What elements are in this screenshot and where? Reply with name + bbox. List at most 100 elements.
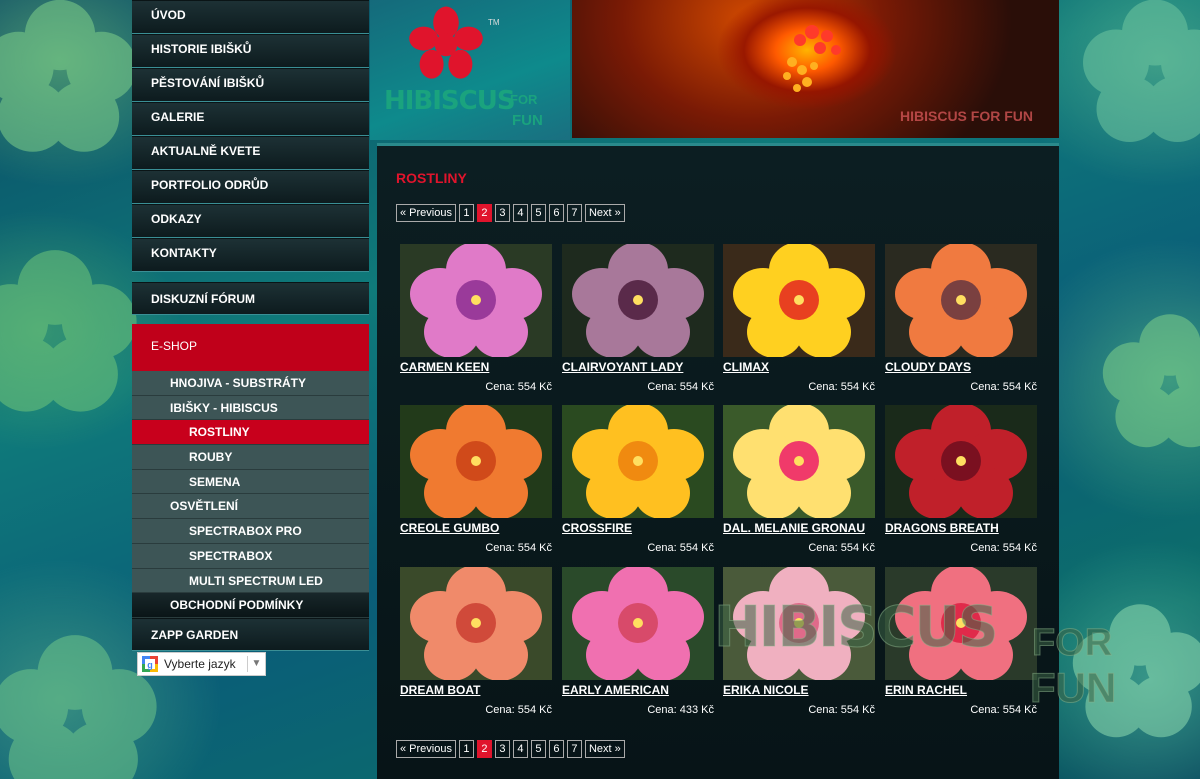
logo-text: HIBISCUS	[384, 86, 516, 116]
page-title: ROSTLINY	[396, 170, 467, 186]
pagination-bottom: « Previous 1 2 3 4 5 6 7 Next »	[396, 740, 625, 758]
nav-item-eshop[interactable]: E-SHOP	[132, 324, 369, 371]
svg-text:g: g	[147, 660, 153, 670]
product-price: Cena: 554 Kč	[485, 704, 552, 716]
sub-item-rostliny[interactable]: ROSTLINY	[132, 420, 369, 446]
product-price: Cena: 554 Kč	[970, 381, 1037, 393]
watermark-for: FOR	[1031, 622, 1113, 665]
banner-stamen-icon	[783, 25, 841, 92]
product-card: CROSSFIRE Cena: 554 Kč	[562, 405, 714, 565]
nav-item-pestovani[interactable]: PĚSTOVÁNÍ IBIŠKŮ	[132, 68, 369, 102]
product-card: DAL. MELANIE GRONAU Cena: 554 Kč	[723, 405, 875, 565]
nav-item-uvod[interactable]: ÚVOD	[132, 0, 369, 34]
site-logo[interactable]: TM HIBISCUS FOR FUN	[370, 0, 570, 140]
product-price: Cena: 554 Kč	[970, 542, 1037, 554]
hibiscus-logo-icon	[409, 6, 483, 79]
sub-item-ibisky[interactable]: IBIŠKY - HIBISCUS	[132, 395, 369, 421]
pagination-page[interactable]: 4	[512, 204, 528, 222]
product-card: CLIMAX Cena: 554 Kč	[723, 244, 875, 404]
product-price: Cena: 433 Kč	[647, 704, 714, 716]
product-name-link[interactable]: CLIMAX	[723, 360, 769, 374]
product-thumbnail[interactable]	[400, 405, 552, 518]
background-flower-icon	[1102, 314, 1200, 448]
logo-fun-text: FUN	[512, 112, 543, 129]
sub-item-osvetleni[interactable]: OSVĚTLENÍ	[132, 494, 369, 520]
product-thumbnail[interactable]	[885, 244, 1037, 357]
pagination-page[interactable]: 4	[512, 740, 528, 758]
product-name-link[interactable]: CLAIRVOYANT LADY	[562, 360, 683, 374]
google-translate-icon: g	[142, 656, 158, 672]
product-price: Cena: 554 Kč	[970, 704, 1037, 716]
product-name-link[interactable]: CROSSFIRE	[562, 521, 632, 535]
product-card: CLOUDY DAYS Cena: 554 Kč	[885, 244, 1037, 404]
pagination-page[interactable]: 5	[530, 204, 546, 222]
background-flower-icon	[0, 0, 137, 152]
product-name-link[interactable]: CREOLE GUMBO	[400, 521, 499, 535]
pagination-next[interactable]: Next »	[584, 740, 625, 758]
background-flower-icon	[0, 635, 157, 779]
sub-item-hnojiva[interactable]: HNOJIVA - SUBSTRÁTY	[132, 371, 369, 396]
pagination-previous[interactable]: « Previous	[396, 204, 456, 222]
header-banner-image: HIBISCUS FOR FUN	[572, 0, 1059, 138]
sub-item-obchodni-podminky[interactable]: OBCHODNÍ PODMÍNKY	[132, 593, 369, 618]
pagination-top: « Previous 1 2 3 4 5 6 7 Next »	[396, 204, 625, 222]
nav-item-portfolio[interactable]: PORTFOLIO ODRŮD	[132, 170, 369, 204]
product-name-link[interactable]: DAL. MELANIE GRONAU	[723, 521, 865, 535]
product-price: Cena: 554 Kč	[808, 542, 875, 554]
product-name-link[interactable]: CLOUDY DAYS	[885, 360, 971, 374]
sub-item-semena[interactable]: SEMENA	[132, 469, 369, 495]
nav-item-galerie[interactable]: GALERIE	[132, 102, 369, 136]
site-header: TM HIBISCUS FOR FUN HIBISCUS FOR FUN	[370, 0, 1059, 140]
nav-item-aktualne-kvete[interactable]: AKTUALNĚ KVETE	[132, 136, 369, 170]
product-thumbnail[interactable]	[562, 405, 714, 518]
product-price: Cena: 554 Kč	[808, 381, 875, 393]
logo-trademark: TM	[488, 18, 500, 27]
product-thumbnail[interactable]	[400, 244, 552, 357]
pagination-page[interactable]: 7	[566, 204, 582, 222]
pagination-page[interactable]: 1	[458, 740, 474, 758]
pagination-page[interactable]: 1	[458, 204, 474, 222]
product-name-link[interactable]: CARMEN KEEN	[400, 360, 489, 374]
chevron-down-icon: ▼	[247, 656, 265, 672]
main-navigation: ÚVOD HISTORIE IBIŠKŮ PĚSTOVÁNÍ IBIŠKŮ GA…	[132, 0, 369, 651]
pagination-page[interactable]: 6	[548, 740, 564, 758]
nav-item-zapp-garden[interactable]: ZAPP GARDEN	[132, 617, 369, 651]
sub-item-spectrabox[interactable]: SPECTRABOX	[132, 543, 369, 569]
pagination-previous[interactable]: « Previous	[396, 740, 456, 758]
nav-item-odkazy[interactable]: ODKAZY	[132, 204, 369, 238]
nav-item-historie[interactable]: HISTORIE IBIŠKŮ	[132, 34, 369, 68]
sub-item-spectrabox-pro[interactable]: SPECTRABOX PRO	[132, 519, 369, 544]
product-thumbnail[interactable]	[562, 244, 714, 357]
banner-watermark: HIBISCUS FOR FUN	[900, 108, 1033, 124]
product-thumbnail[interactable]	[723, 405, 875, 518]
product-name-link[interactable]: DREAM BOAT	[400, 683, 480, 697]
product-price: Cena: 554 Kč	[647, 542, 714, 554]
nav-item-forum[interactable]: DISKUZNÍ FÓRUM	[132, 282, 369, 315]
pagination-page[interactable]: 3	[494, 740, 510, 758]
sub-item-rouby[interactable]: ROUBY	[132, 445, 369, 470]
sub-item-multi-spectrum[interactable]: MULTI SPECTRUM LED	[132, 568, 369, 594]
product-name-link[interactable]: ERIN RACHEL	[885, 683, 967, 697]
pagination-page[interactable]: 5	[530, 740, 546, 758]
product-card: CARMEN KEEN Cena: 554 Kč	[400, 244, 552, 404]
product-thumbnail[interactable]	[885, 405, 1037, 518]
product-thumbnail[interactable]	[562, 567, 714, 680]
product-name-link[interactable]: DRAGONS BREATH	[885, 521, 999, 535]
product-name-link[interactable]: ERIKA NICOLE	[723, 683, 809, 697]
pagination-page-current[interactable]: 2	[476, 204, 492, 222]
product-thumbnail[interactable]	[723, 244, 875, 357]
product-price: Cena: 554 Kč	[485, 381, 552, 393]
pagination-page[interactable]: 3	[494, 204, 510, 222]
main-content: ROSTLINY « Previous 1 2 3 4 5 6 7 Next »…	[377, 143, 1059, 779]
product-thumbnail[interactable]	[400, 567, 552, 680]
nav-item-kontakty[interactable]: KONTAKTY	[132, 238, 369, 272]
pagination-page[interactable]: 7	[566, 740, 582, 758]
watermark-hibiscus: HIBISCUS	[713, 595, 998, 661]
pagination-next[interactable]: Next »	[584, 204, 625, 222]
pagination-page[interactable]: 6	[548, 204, 564, 222]
language-select[interactable]: g Vyberte jazyk ▼	[137, 652, 266, 676]
background-flower-icon	[1083, 0, 1200, 142]
product-name-link[interactable]: EARLY AMERICAN	[562, 683, 669, 697]
pagination-page-current[interactable]: 2	[476, 740, 492, 758]
